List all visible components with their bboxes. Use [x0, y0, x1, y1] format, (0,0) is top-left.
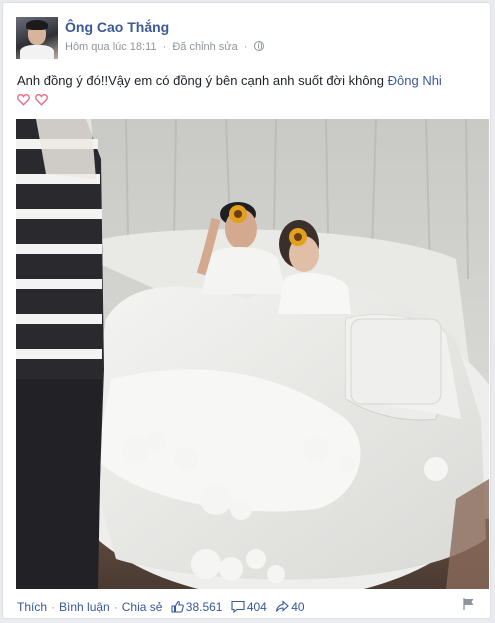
- meta-separator: ·: [243, 41, 248, 53]
- hearts: [17, 91, 482, 111]
- edited-label[interactable]: Đã chỉnh sửa: [172, 41, 237, 53]
- heart-icon: [17, 93, 30, 106]
- thumbs-up-icon: [171, 600, 184, 616]
- like-link[interactable]: Thích: [17, 600, 47, 614]
- post-photo[interactable]: [16, 119, 489, 589]
- meta-separator: ·: [162, 41, 167, 53]
- shares-count: 40: [291, 600, 305, 614]
- action-separator: ·: [51, 600, 56, 614]
- avatar[interactable]: [16, 17, 58, 59]
- post-meta: Hôm qua lúc 18:11 · Đã chỉnh sửa ·: [65, 41, 264, 53]
- likes-stat[interactable]: 38.561: [171, 600, 226, 614]
- avatar-hair: [26, 20, 48, 30]
- action-separator: ·: [113, 600, 118, 614]
- tagged-user-link[interactable]: Đông Nhi: [388, 73, 442, 88]
- post-text: Anh đồng ý đó!!Vậy em có đồng ý bên cạnh…: [17, 71, 482, 111]
- post-actions: Thích · Bình luận · Chia sẻ 38.561 404 40: [17, 600, 305, 616]
- share-icon: [275, 600, 290, 616]
- comments-stat[interactable]: 404: [231, 600, 270, 614]
- timestamp[interactable]: Hôm qua lúc 18:11: [65, 41, 157, 53]
- post-message: Anh đồng ý đó!!Vậy em có đồng ý bên cạnh…: [17, 73, 388, 88]
- post-card: Ông Cao Thắng Hôm qua lúc 18:11 · Đã chỉ…: [2, 2, 491, 619]
- likes-count: 38.561: [185, 600, 223, 614]
- comment-icon: [231, 600, 245, 616]
- heart-icon: [35, 93, 48, 106]
- author-name[interactable]: Ông Cao Thắng: [65, 19, 169, 35]
- report-flag-icon[interactable]: [462, 597, 476, 611]
- globe-icon[interactable]: [253, 41, 264, 51]
- comments-count: 404: [246, 600, 267, 614]
- comment-link[interactable]: Bình luận: [59, 600, 110, 614]
- shares-stat[interactable]: 40: [275, 600, 305, 616]
- share-link[interactable]: Chia sẻ: [122, 600, 163, 614]
- avatar-shirt: [20, 45, 54, 59]
